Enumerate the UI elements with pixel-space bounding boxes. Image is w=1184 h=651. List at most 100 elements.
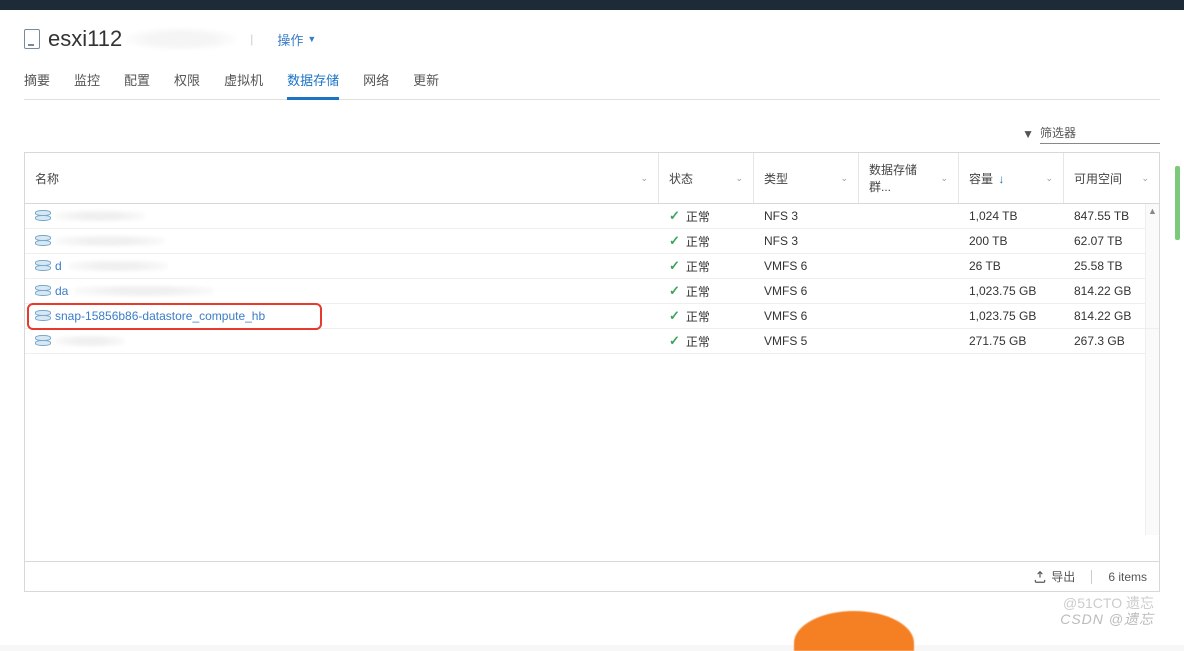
redacted-name xyxy=(55,235,165,247)
type-text: VMFS 6 xyxy=(764,284,807,298)
datastore-link[interactable]: da xyxy=(55,284,68,298)
table-footer: 导出 6 items xyxy=(25,561,1159,591)
datastore-icon xyxy=(35,285,49,297)
filter-input[interactable]: 筛选器 xyxy=(1040,124,1160,144)
tab-vms[interactable]: 虚拟机 xyxy=(224,64,263,99)
datastore-link[interactable]: snap-15856b86-datastore_compute_hb xyxy=(55,309,265,323)
check-icon: ✓ xyxy=(669,258,680,274)
chevron-down-icon: ⌄ xyxy=(840,173,848,184)
datastore-table: 名称 ⌄ 状态 ⌄ 类型 ⌄ 数据存储群... ⌄ 容量 ↓ ⌄ xyxy=(24,152,1160,592)
check-icon: ✓ xyxy=(669,208,680,224)
col-capacity-label: 容量 xyxy=(969,172,993,186)
check-icon: ✓ xyxy=(669,233,680,249)
col-status-label: 状态 xyxy=(669,170,693,187)
table-row[interactable]: snap-15856b86-datastore_compute_hb ✓ 正常 V… xyxy=(25,304,1159,329)
tab-bar: 摘要 监控 配置 权限 虚拟机 数据存储 网络 更新 xyxy=(24,64,1160,100)
chevron-down-icon: ⌄ xyxy=(640,173,648,184)
chevron-down-icon: ⌄ xyxy=(1045,173,1053,184)
status-text: 正常 xyxy=(686,258,710,275)
tab-networks[interactable]: 网络 xyxy=(363,64,389,99)
col-header-name[interactable]: 名称 ⌄ xyxy=(25,153,659,203)
datastore-icon xyxy=(35,260,49,272)
scroll-up-icon: ▲ xyxy=(1148,206,1157,216)
actions-dropdown[interactable]: 操作 ▼ xyxy=(277,30,316,49)
check-icon: ✓ xyxy=(669,308,680,324)
table-row[interactable]: da ✓ 正常 VMFS 6 1,023.75 GB 814.22 GB xyxy=(25,279,1159,304)
free-text: 847.55 TB xyxy=(1074,209,1129,223)
col-header-cluster[interactable]: 数据存储群... ⌄ xyxy=(859,153,959,203)
table-scrollbar[interactable]: ▲ xyxy=(1145,204,1159,535)
table-row[interactable]: ✓正常 NFS 3 200 TB 62.07 TB xyxy=(25,229,1159,254)
table-row[interactable]: d ✓正常 VMFS 6 26 TB 25.58 TB xyxy=(25,254,1159,279)
col-cluster-label: 数据存储群... xyxy=(869,161,936,195)
table-row[interactable]: ✓正常 VMFS 5 271.75 GB 267.3 GB xyxy=(25,329,1159,354)
redacted-name xyxy=(55,335,125,347)
divider xyxy=(1091,570,1092,584)
export-icon xyxy=(1033,570,1047,584)
capacity-text: 271.75 GB xyxy=(969,334,1026,348)
chevron-down-icon: ⌄ xyxy=(735,173,743,184)
free-text: 62.07 TB xyxy=(1074,234,1122,248)
item-count: 6 items xyxy=(1108,570,1147,584)
check-icon: ✓ xyxy=(669,333,680,349)
col-header-free[interactable]: 可用空间 ⌄ xyxy=(1064,153,1159,203)
tab-monitor[interactable]: 监控 xyxy=(74,64,100,99)
chevron-down-icon: ⌄ xyxy=(1141,173,1149,184)
col-name-label: 名称 xyxy=(35,170,59,187)
sort-descending-icon: ↓ xyxy=(998,172,1004,186)
tab-updates[interactable]: 更新 xyxy=(413,64,439,99)
filter-row: ▼ 筛选器 xyxy=(24,100,1160,152)
host-icon xyxy=(24,29,40,49)
title-row: esxi112 | 操作 ▼ xyxy=(24,10,1160,64)
page-content: esxi112 | 操作 ▼ 摘要 监控 配置 权限 虚拟机 数据存储 网络 更… xyxy=(0,10,1184,645)
free-text: 267.3 GB xyxy=(1074,334,1125,348)
divider: | xyxy=(250,32,253,46)
type-text: VMFS 6 xyxy=(764,259,807,273)
col-free-label: 可用空间 xyxy=(1074,170,1122,187)
actions-label: 操作 xyxy=(277,30,303,49)
status-text: 正常 xyxy=(686,283,710,300)
capacity-text: 1,023.75 GB xyxy=(969,309,1036,323)
page-title: esxi112 xyxy=(48,26,122,52)
datastore-icon xyxy=(35,310,49,322)
col-header-status[interactable]: 状态 ⌄ xyxy=(659,153,754,203)
table-row[interactable]: ✓ 正常 NFS 3 1,024 TB 847.55 TB xyxy=(25,204,1159,229)
free-text: 814.22 GB xyxy=(1074,309,1131,323)
tab-configure[interactable]: 配置 xyxy=(124,64,150,99)
top-bar xyxy=(0,0,1184,10)
capacity-text: 1,023.75 GB xyxy=(969,284,1036,298)
status-text: 正常 xyxy=(686,333,710,350)
redacted-name xyxy=(74,285,214,297)
type-text: NFS 3 xyxy=(764,209,798,223)
redacted-name xyxy=(68,260,168,272)
table-header: 名称 ⌄ 状态 ⌄ 类型 ⌄ 数据存储群... ⌄ 容量 ↓ ⌄ xyxy=(25,153,1159,204)
watermark: CSDN @遗忘 xyxy=(1060,609,1154,629)
redacted-name xyxy=(55,210,145,222)
chevron-down-icon: ▼ xyxy=(307,34,316,44)
datastore-link[interactable]: d xyxy=(55,259,62,273)
type-text: VMFS 6 xyxy=(764,309,807,323)
capacity-text: 200 TB xyxy=(969,234,1007,248)
table-body: ▲ ✓ 正常 NFS 3 1,024 TB 847.55 TB ✓ 正常 NFS 3… xyxy=(25,204,1159,561)
tab-datastores[interactable]: 数据存储 xyxy=(287,64,339,99)
status-text: 正常 xyxy=(686,208,710,225)
redacted-title-suffix xyxy=(126,28,236,50)
tab-permissions[interactable]: 权限 xyxy=(174,64,200,99)
export-label: 导出 xyxy=(1051,568,1075,585)
col-type-label: 类型 xyxy=(764,170,788,187)
datastore-icon xyxy=(35,210,49,222)
col-header-capacity[interactable]: 容量 ↓ ⌄ xyxy=(959,153,1064,203)
tab-summary[interactable]: 摘要 xyxy=(24,64,50,99)
datastore-icon xyxy=(35,335,49,347)
chevron-down-icon: ⌄ xyxy=(940,173,948,184)
filter-icon[interactable]: ▼ xyxy=(1022,127,1034,141)
free-text: 814.22 GB xyxy=(1074,284,1131,298)
export-button[interactable]: 导出 xyxy=(1033,568,1075,585)
status-text: 正常 xyxy=(686,233,710,250)
capacity-text: 1,024 TB xyxy=(969,209,1017,223)
col-header-type[interactable]: 类型 ⌄ xyxy=(754,153,859,203)
capacity-text: 26 TB xyxy=(969,259,1001,273)
datastore-icon xyxy=(35,235,49,247)
status-text: 正常 xyxy=(686,308,710,325)
check-icon: ✓ xyxy=(669,283,680,299)
